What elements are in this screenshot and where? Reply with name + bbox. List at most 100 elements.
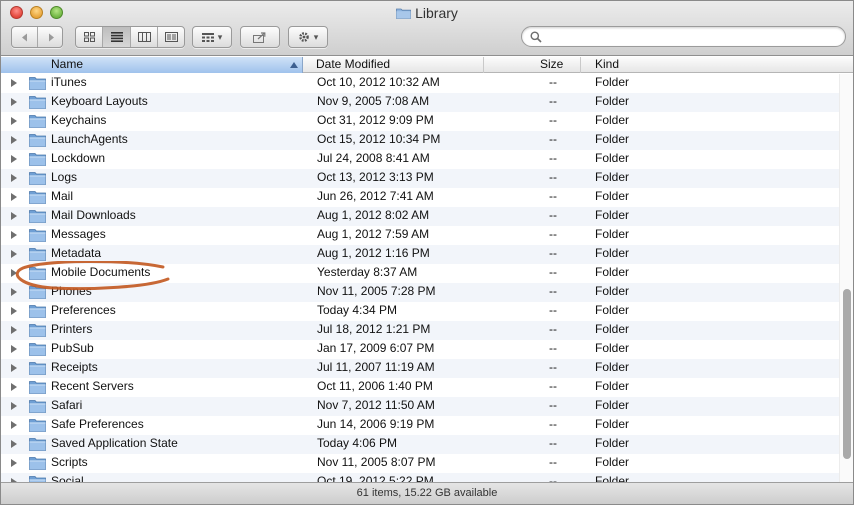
- disclosure-triangle-icon[interactable]: [11, 307, 17, 315]
- list-item[interactable]: PubSub Jan 17, 2009 6:07 PM -- Folder: [1, 340, 853, 359]
- file-date-modified: Today 4:34 PM: [317, 303, 398, 317]
- file-kind: Folder: [595, 303, 630, 317]
- cover-flow-button[interactable]: [158, 27, 185, 47]
- file-name: Messages: [51, 227, 106, 241]
- list-view-button[interactable]: [103, 27, 131, 47]
- search-field[interactable]: [521, 26, 846, 47]
- list-item[interactable]: Saved Application State Today 4:06 PM -- Fo…: [1, 435, 853, 454]
- file-date-modified: Oct 11, 2006 1:40 PM: [317, 379, 433, 393]
- forward-button[interactable]: [38, 27, 63, 47]
- finder-window: Library ▾ ▾ Name Date Modified Size Kind…: [0, 0, 854, 505]
- list-item[interactable]: Mail Downloads Aug 1, 2012 8:02 AM -- Folde…: [1, 207, 853, 226]
- disclosure-triangle-icon[interactable]: [11, 174, 17, 182]
- list-item[interactable]: LaunchAgents Oct 15, 2012 10:34 PM -- Folde…: [1, 131, 853, 150]
- disclosure-triangle-icon[interactable]: [11, 459, 17, 467]
- file-kind: Folder: [595, 360, 630, 374]
- file-size: --: [549, 417, 557, 431]
- file-date-modified: Nov 11, 2005 8:07 PM: [317, 455, 436, 469]
- list-item[interactable]: iTunes Oct 10, 2012 10:32 AM -- Folder: [1, 74, 853, 93]
- list-item[interactable]: Lockdown Jul 24, 2008 8:41 AM -- Folder: [1, 150, 853, 169]
- file-kind: Folder: [595, 322, 630, 336]
- folder-icon: [29, 457, 46, 470]
- file-name: Mail Downloads: [51, 208, 136, 222]
- folder-icon: [29, 419, 46, 432]
- disclosure-triangle-icon[interactable]: [11, 193, 17, 201]
- column-view-button[interactable]: [131, 27, 158, 47]
- disclosure-triangle-icon[interactable]: [11, 136, 17, 144]
- disclosure-triangle-icon[interactable]: [11, 250, 17, 258]
- list-item[interactable]: Scripts Nov 11, 2005 8:07 PM -- Folder: [1, 454, 853, 473]
- file-size: --: [549, 246, 557, 260]
- disclosure-triangle-icon[interactable]: [11, 98, 17, 106]
- list-item[interactable]: Keyboard Layouts Nov 9, 2005 7:08 AM -- Fol…: [1, 93, 853, 112]
- file-date-modified: Jun 26, 2012 7:41 AM: [317, 189, 434, 203]
- file-kind: Folder: [595, 132, 630, 146]
- list-item[interactable]: Preferences Today 4:34 PM -- Folder: [1, 302, 853, 321]
- list-item[interactable]: Keychains Oct 31, 2012 9:09 PM -- Folder: [1, 112, 853, 131]
- folder-icon: [29, 96, 46, 109]
- file-name: iTunes: [51, 75, 87, 89]
- file-kind: Folder: [595, 265, 630, 279]
- file-size: --: [549, 151, 557, 165]
- column-header-size[interactable]: Size: [484, 57, 581, 73]
- column-header-name-label: Name: [51, 57, 84, 71]
- list-item[interactable]: Safari Nov 7, 2012 11:50 AM -- Folder: [1, 397, 853, 416]
- disclosure-triangle-icon[interactable]: [11, 155, 17, 163]
- share-button[interactable]: [240, 26, 280, 48]
- share-segment: [241, 27, 279, 47]
- disclosure-triangle-icon[interactable]: [11, 326, 17, 334]
- file-size: --: [549, 227, 557, 241]
- disclosure-triangle-icon[interactable]: [11, 402, 17, 410]
- list-item[interactable]: Messages Aug 1, 2012 7:59 AM -- Folder: [1, 226, 853, 245]
- icon-view-icon: [83, 32, 95, 42]
- column-header-date[interactable]: Date Modified: [310, 57, 484, 73]
- column-header-name[interactable]: Name: [1, 57, 303, 73]
- disclosure-triangle-icon[interactable]: [11, 231, 17, 239]
- arrange-button[interactable]: ▾: [192, 26, 232, 48]
- column-header-kind[interactable]: Kind: [589, 57, 839, 73]
- status-bar: 61 items, 15.22 GB available: [1, 482, 853, 504]
- file-size: --: [549, 132, 557, 146]
- folder-icon: [29, 362, 46, 375]
- vertical-scrollbar[interactable]: [839, 74, 853, 483]
- list-item[interactable]: Safe Preferences Jun 14, 2006 9:19 PM -- Fo…: [1, 416, 853, 435]
- search-icon: [530, 31, 542, 43]
- column-header-date-label: Date Modified: [316, 57, 391, 71]
- action-button[interactable]: ▾: [288, 26, 328, 48]
- file-kind: Folder: [595, 379, 630, 393]
- scrollbar-thumb[interactable]: [843, 289, 851, 459]
- disclosure-triangle-icon[interactable]: [11, 383, 17, 391]
- file-name: Safe Preferences: [51, 417, 144, 431]
- disclosure-triangle-icon[interactable]: [11, 364, 17, 372]
- disclosure-triangle-icon[interactable]: [11, 421, 17, 429]
- file-size: --: [549, 113, 557, 127]
- share-icon: [253, 31, 266, 43]
- icon-view-button[interactable]: [76, 27, 103, 47]
- list-item[interactable]: Mail Jun 26, 2012 7:41 AM -- Folder: [1, 188, 853, 207]
- file-kind: Folder: [595, 75, 630, 89]
- disclosure-triangle-icon[interactable]: [11, 345, 17, 353]
- column-view-icon: [137, 32, 151, 42]
- file-date-modified: Nov 7, 2012 11:50 AM: [317, 398, 435, 412]
- window-title-text: Library: [415, 5, 458, 21]
- disclosure-triangle-icon[interactable]: [11, 212, 17, 220]
- file-date-modified: Nov 9, 2005 7:08 AM: [317, 94, 430, 108]
- list-item[interactable]: Receipts Jul 11, 2007 11:19 AM -- Folder: [1, 359, 853, 378]
- folder-icon: [29, 438, 46, 451]
- search-input[interactable]: [546, 29, 836, 44]
- file-size: --: [549, 379, 557, 393]
- folder-icon: [29, 77, 46, 90]
- disclosure-triangle-icon[interactable]: [11, 117, 17, 125]
- file-date-modified: Jul 24, 2008 8:41 AM: [317, 151, 430, 165]
- list-item[interactable]: Printers Jul 18, 2012 1:21 PM -- Folder: [1, 321, 853, 340]
- disclosure-triangle-icon[interactable]: [11, 440, 17, 448]
- file-date-modified: Oct 13, 2012 3:13 PM: [317, 170, 434, 184]
- list-item[interactable]: Logs Oct 13, 2012 3:13 PM -- Folder: [1, 169, 853, 188]
- cover-flow-icon: [165, 32, 178, 42]
- file-date-modified: Yesterday 8:37 AM: [317, 265, 418, 279]
- file-name: Printers: [51, 322, 93, 336]
- disclosure-triangle-icon[interactable]: [11, 79, 17, 87]
- back-button[interactable]: [12, 27, 38, 47]
- list-item[interactable]: Recent Servers Oct 11, 2006 1:40 PM -- Fold…: [1, 378, 853, 397]
- file-size: --: [549, 170, 557, 184]
